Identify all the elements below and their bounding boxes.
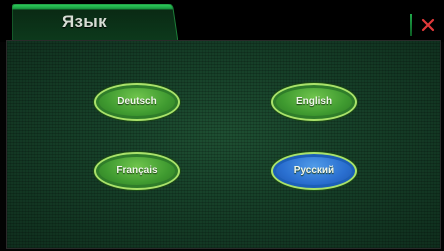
language-button-label: Русский — [293, 165, 335, 176]
language-button-label: English — [295, 96, 333, 107]
close-icon — [421, 18, 435, 32]
close-divider — [410, 14, 412, 36]
tab-language[interactable]: Язык — [12, 4, 178, 42]
language-panel: Deutsch English Français Русский — [6, 40, 441, 249]
language-button-francais[interactable]: Français — [94, 152, 180, 190]
language-button-deutsch[interactable]: Deutsch — [94, 83, 180, 121]
language-button-label: Deutsch — [117, 96, 157, 107]
language-button-english[interactable]: English — [271, 83, 357, 121]
language-button-russian[interactable]: Русский — [271, 152, 357, 190]
tab-bar: Язык — [0, 0, 444, 42]
close-button[interactable] — [416, 12, 440, 38]
language-button-label: Français — [116, 165, 158, 176]
language-screen: Язык Deutsch English Français Русский — [0, 0, 444, 251]
tab-title: Язык — [62, 12, 107, 31]
